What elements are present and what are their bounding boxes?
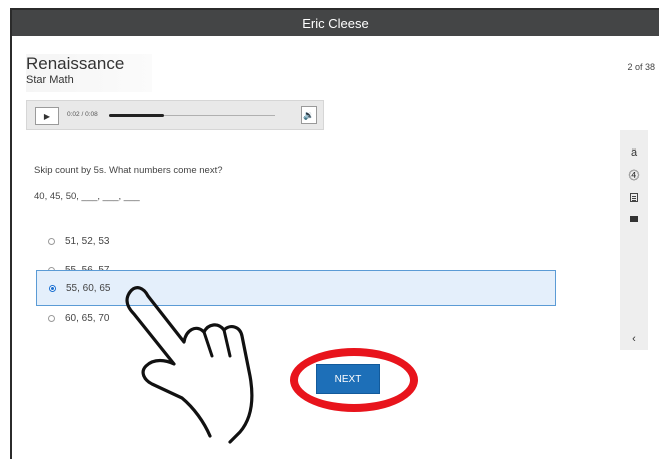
collapse-tools-button[interactable]: ‹ xyxy=(620,330,648,348)
pointing-hand-icon xyxy=(125,286,254,444)
line-reader-icon xyxy=(630,216,638,222)
brand-logo: Renaissance Star Math xyxy=(26,54,152,92)
accessibility-button[interactable]: ⓸ xyxy=(620,166,648,184)
calculator-button[interactable] xyxy=(620,188,648,206)
app-frame: Eric Cleese Renaissance Star Math 2 of 3… xyxy=(10,8,659,459)
user-name: Eric Cleese xyxy=(302,15,369,31)
line-reader-button[interactable] xyxy=(620,210,648,228)
audio-progress-fill xyxy=(109,114,164,117)
question-sequence: 40, 45, 50, ___, ___, ___ xyxy=(34,191,140,202)
brand-name: Renaissance xyxy=(26,54,125,73)
radio-icon xyxy=(48,314,55,322)
translate-button[interactable]: ä xyxy=(620,144,648,162)
collapse-icon: ‹ xyxy=(632,333,636,345)
play-button[interactable]: ▶ xyxy=(35,107,59,125)
accessibility-icon: ⓸ xyxy=(628,170,640,182)
audio-player: ▶ 0:02 / 0:08 🔉 xyxy=(26,100,324,130)
answer-label: 55, 60, 65 xyxy=(66,282,111,294)
answer-label: 51, 52, 53 xyxy=(65,235,110,247)
audio-progress-track[interactable] xyxy=(109,114,275,117)
audio-time: 0:02 / 0:08 xyxy=(67,111,98,118)
volume-button[interactable]: 🔉 xyxy=(301,106,317,124)
question-counter: 2 of 38 xyxy=(627,62,655,72)
answer-label: 60, 65, 70 xyxy=(65,312,110,324)
title-bar: Eric Cleese xyxy=(12,10,659,36)
question-prompt: Skip count by 5s. What numbers come next… xyxy=(34,165,223,176)
calculator-icon xyxy=(630,192,638,202)
play-icon: ▶ xyxy=(43,111,51,121)
speaker-icon: 🔉 xyxy=(303,109,315,120)
next-button[interactable]: NEXT xyxy=(316,364,380,394)
product-name: Star Math xyxy=(26,74,74,86)
translate-icon: ä xyxy=(630,147,638,159)
radio-icon xyxy=(48,237,55,245)
radio-icon xyxy=(49,284,56,292)
tool-panel: ä ⓸ ‹ xyxy=(620,130,648,350)
